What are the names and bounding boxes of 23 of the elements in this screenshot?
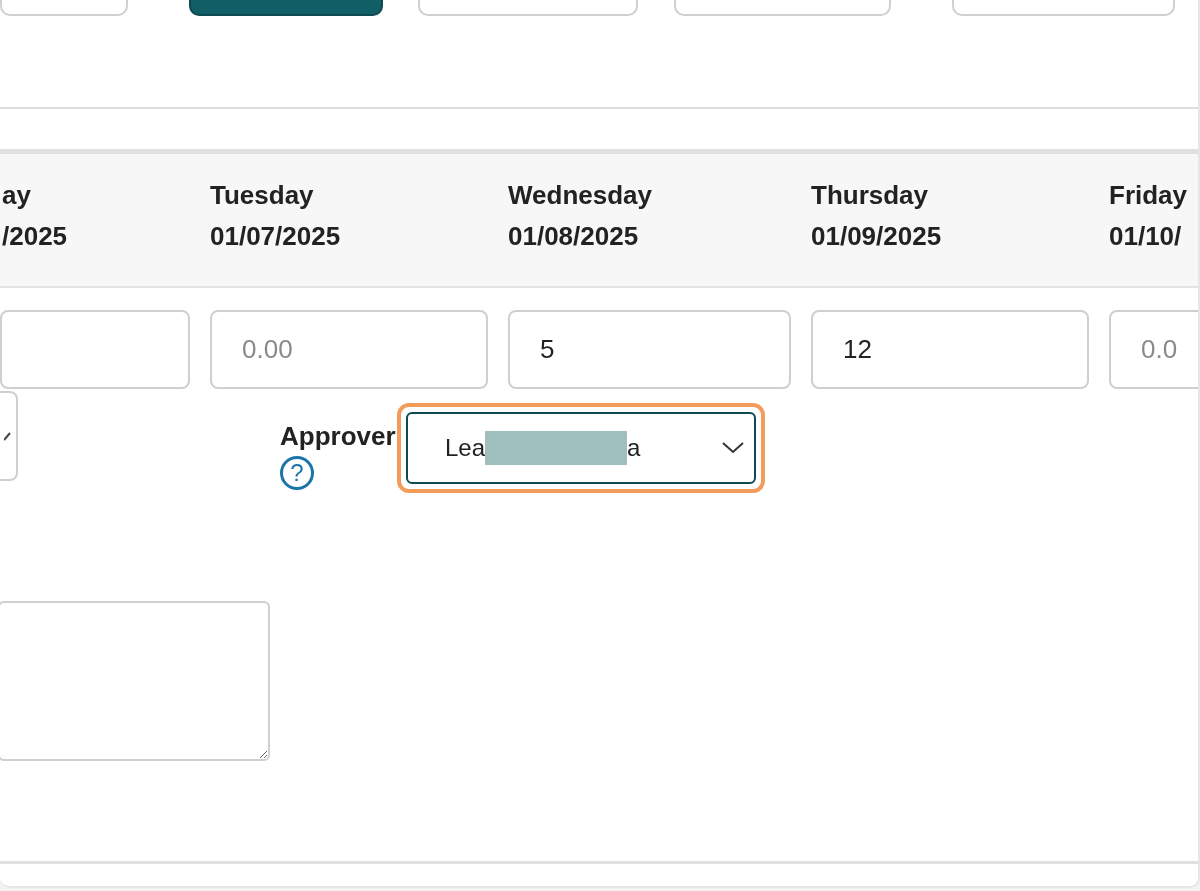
day-date: 01/08/2025	[508, 221, 640, 252]
day-date: 01/09/2025	[811, 221, 943, 252]
day-name: Friday	[1109, 180, 1189, 211]
toolbar-button[interactable]	[189, 0, 383, 16]
hours-input[interactable]: 12	[811, 310, 1089, 389]
notes-field[interactable]	[0, 601, 270, 761]
select-value: a	[627, 434, 641, 462]
day-name: Wednesday	[508, 180, 653, 211]
help-icon[interactable]: ?	[280, 456, 314, 490]
select-value: Lea	[445, 434, 486, 462]
field-label: Approver	[280, 421, 396, 452]
select-field[interactable]	[0, 391, 18, 481]
day-date: 01/10/	[1109, 221, 1183, 252]
hours-input[interactable]	[0, 310, 190, 389]
day-name: Tuesday	[210, 180, 315, 211]
hours-input[interactable]: 5	[508, 310, 791, 389]
approver-select[interactable]: Lea a	[406, 412, 756, 484]
day-name: ay	[2, 180, 32, 211]
day-name: Thursday	[811, 180, 930, 211]
day-date: /2025	[2, 221, 69, 252]
day-date: 01/07/2025	[210, 221, 342, 252]
hours-input[interactable]: 0.00	[210, 310, 488, 389]
hours-input[interactable]: 0.0	[1109, 310, 1198, 389]
